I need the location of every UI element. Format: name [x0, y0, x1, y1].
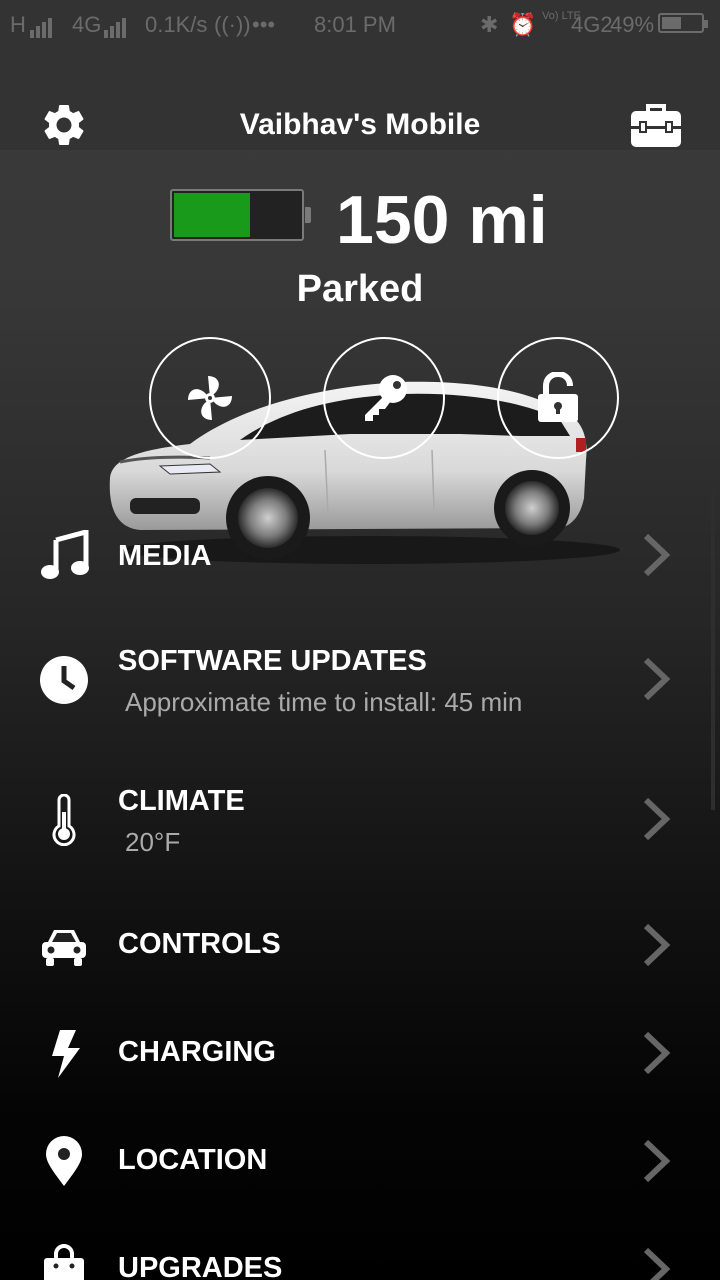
signal-bars-icon [30, 12, 54, 38]
menu-item-label: CONTROLS [118, 928, 281, 960]
page-title: Vaibhav's Mobile [239, 108, 481, 141]
range-value: 150 mi [336, 182, 548, 258]
bluetooth-icon: ✱ [480, 12, 499, 37]
network-type-2: 4G2 [571, 12, 613, 37]
signal-type: H [10, 12, 26, 37]
clock-icon [40, 656, 88, 704]
menu-item-subtitle: Approximate time to install: 45 min [125, 687, 523, 717]
chevron-right-icon [643, 1139, 671, 1183]
chevron-right-icon [643, 657, 671, 701]
music-note-icon [41, 530, 89, 579]
car-icon [42, 930, 86, 966]
range-battery-indicator [170, 189, 311, 241]
signal-bars-icon [104, 12, 128, 38]
battery-percent: 49% [610, 12, 655, 37]
toolbox-icon[interactable] [630, 102, 682, 148]
scrollbar[interactable] [711, 490, 715, 810]
menu-item-label: UPGRADES [118, 1252, 283, 1280]
menu-item-label: MEDIA [118, 540, 212, 572]
chevron-right-icon [643, 1247, 671, 1280]
chevron-right-icon [643, 533, 671, 577]
status-bar: H 4G 0.1K/s ((·)) ••• 8:01 PM ✱ ⏰ Vo) LT… [0, 0, 720, 50]
lock-button[interactable] [497, 337, 619, 459]
map-pin-icon [46, 1136, 82, 1186]
fan-icon [188, 376, 232, 420]
shopping-bag-icon [44, 1244, 84, 1280]
chevron-right-icon [643, 1031, 671, 1075]
unlock-icon [538, 372, 578, 422]
alarm-icon: ⏰ [509, 12, 537, 37]
menu-item-location[interactable]: LOCATION [0, 1134, 720, 1194]
chevron-right-icon [643, 923, 671, 967]
menu-item-label: CLIMATE [118, 785, 245, 817]
key-button[interactable] [323, 337, 445, 459]
menu-item-climate[interactable]: CLIMATE 20°F [0, 780, 720, 870]
menu-item-controls[interactable]: CONTROLS [0, 918, 720, 978]
climate-fan-button[interactable] [149, 337, 271, 459]
battery-icon [658, 13, 708, 33]
menu-item-label: LOCATION [118, 1144, 268, 1176]
menu-item-label: SOFTWARE UPDATES [118, 645, 427, 677]
gear-icon[interactable] [39, 100, 89, 150]
thermometer-icon [52, 794, 76, 846]
network-type: 4G [72, 12, 102, 37]
clock-time: 8:01 PM [314, 12, 396, 37]
menu-item-media[interactable]: MEDIA [0, 530, 720, 590]
menu-item-charging[interactable]: CHARGING [0, 1026, 720, 1086]
menu-item-upgrades[interactable]: UPGRADES [0, 1240, 720, 1280]
more-dots: ••• [252, 12, 276, 37]
chevron-right-icon [643, 797, 671, 841]
menu-item-subtitle: 20°F [125, 827, 181, 857]
menu-item-label: CHARGING [118, 1036, 276, 1068]
vehicle-state: Parked [296, 268, 424, 310]
menu-item-software-updates[interactable]: SOFTWARE UPDATES Approximate time to ins… [0, 640, 720, 730]
key-icon [365, 375, 407, 421]
bolt-icon [52, 1030, 80, 1078]
hotspot-icon: ((·)) [214, 12, 251, 37]
network-speed: 0.1K/s [145, 12, 208, 37]
volte-badge: Vo) LTE [542, 10, 581, 22]
